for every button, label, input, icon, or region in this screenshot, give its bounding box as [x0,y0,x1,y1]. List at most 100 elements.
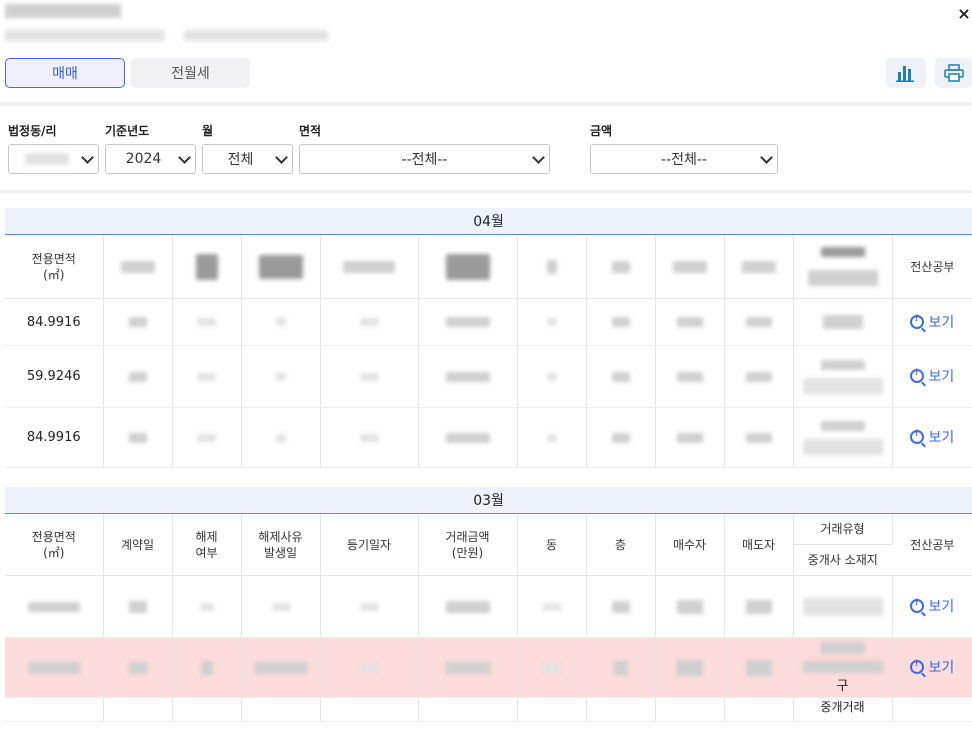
redacted-cell [103,345,173,408]
dong-select[interactable] [8,144,99,174]
filter-bar: 법정동/리 기준년도 월 면적 금액 2024 전체 --전체-- --전체-- [0,108,972,192]
print-button[interactable] [935,58,972,88]
redacted-cell [724,575,794,638]
view-button[interactable]: 보기 [892,345,972,408]
redacted-cell [241,407,321,468]
view-button[interactable]: 보기 [892,575,972,638]
bar-chart-icon [896,66,914,82]
table-row: 84.9916 보기 [5,407,972,468]
month-label: 월 [202,124,214,138]
col-area: 전용면적 (㎡) [5,513,104,576]
col-dong: 동 [517,513,587,576]
redacted-cell [103,575,173,638]
area-label: 면적 [299,124,322,138]
col-reg-date: 등기일자 [320,513,419,576]
redacted-cell [418,637,518,698]
amount-select[interactable]: --전체-- [590,144,778,174]
col-ledger: 전산공부 [892,513,972,576]
chart-button[interactable] [886,58,926,88]
redacted-cell [655,637,725,698]
redacted-cell [655,407,725,468]
amount-label: 금액 [590,124,613,138]
col-area: 전용면적 (㎡) [5,234,104,299]
redacted-cell [586,345,656,408]
redacted-cell [241,298,321,346]
redacted-cell [586,637,656,698]
redacted-cell [241,575,321,638]
redacted-cell [241,345,321,408]
redacted-cell [724,345,794,408]
col-cancel: 해제 여부 [172,513,242,576]
col-redacted [320,234,419,299]
area-value: --전체-- [401,152,448,168]
month-value: 전체 [227,152,254,168]
year-value: 2024 [125,151,162,167]
redacted-cell [517,345,587,408]
table-row: 보기 [5,575,972,638]
redacted-cell [172,298,242,346]
table-march: 03월 전용면적 (㎡) 계약일 해제 여부 해제사유 발생일 등기일자 거래금… [5,487,972,722]
redacted-cell [172,407,242,468]
view-button[interactable]: 보기 [892,407,972,468]
trade-type-cell: 중개거래 [793,697,893,722]
dialog-address-redacted [5,30,165,41]
tab-sale[interactable]: 매매 [5,58,125,88]
year-select[interactable]: 2024 [105,144,196,174]
area-cell: 84.9916 [5,407,104,468]
redacted-cell [320,298,419,346]
col-floor: 층 [586,513,656,576]
redacted-cell [724,637,794,698]
redacted-cell [418,407,518,468]
table-row: 59.9246 보기 [5,345,972,408]
redacted-cell [517,298,587,346]
month-header: 04월 [5,208,972,235]
redacted-cell [320,575,419,638]
col-redacted [172,234,242,299]
col-redacted [724,234,794,299]
divider [0,102,972,106]
redacted-cell [655,298,725,346]
broker-cell: 구 [793,637,893,698]
redacted-cell [793,298,893,346]
table-row-partial: 중개거래 [5,697,972,722]
month-select[interactable]: 전체 [202,144,293,174]
chevron-down-icon [760,151,773,164]
view-button[interactable]: 보기 [892,637,972,698]
col-redacted [241,234,321,299]
redacted-cell [586,575,656,638]
redacted-cell [320,637,419,698]
redacted-cell [793,407,893,468]
info-search-icon [910,429,925,444]
col-redacted [793,234,893,299]
redacted-cell [517,575,587,638]
close-icon[interactable]: × [956,4,972,23]
redacted-cell [418,298,518,346]
redacted-cell [172,345,242,408]
dialog-header: × 매매 전월세 [0,0,972,104]
dialog-address2-redacted [184,30,328,41]
redacted-cell [172,637,242,698]
redacted-cell [724,298,794,346]
chevron-down-icon [275,151,288,164]
info-search-icon [910,314,925,329]
area-select[interactable]: --전체-- [299,144,550,174]
redacted-cell [320,407,419,468]
tab-lease[interactable]: 전월세 [131,58,250,88]
redacted-cell [517,407,587,468]
chevron-down-icon [178,151,191,164]
col-broker-location: 중개사 소재지 [793,544,892,576]
col-buyer: 매수자 [655,513,725,576]
dong-label: 법정동/리 [8,124,57,138]
view-button[interactable]: 보기 [892,298,972,346]
redacted-cell [586,298,656,346]
redacted-cell [103,637,173,698]
redacted-cell [586,407,656,468]
col-redacted [655,234,725,299]
redacted-cell [103,407,173,468]
redacted-cell [793,575,893,638]
redacted-cell [517,637,587,698]
redacted-cell [793,345,893,408]
chevron-down-icon [81,151,94,164]
col-cancel-date: 해제사유 발생일 [241,513,321,576]
year-label: 기준년도 [105,124,150,138]
